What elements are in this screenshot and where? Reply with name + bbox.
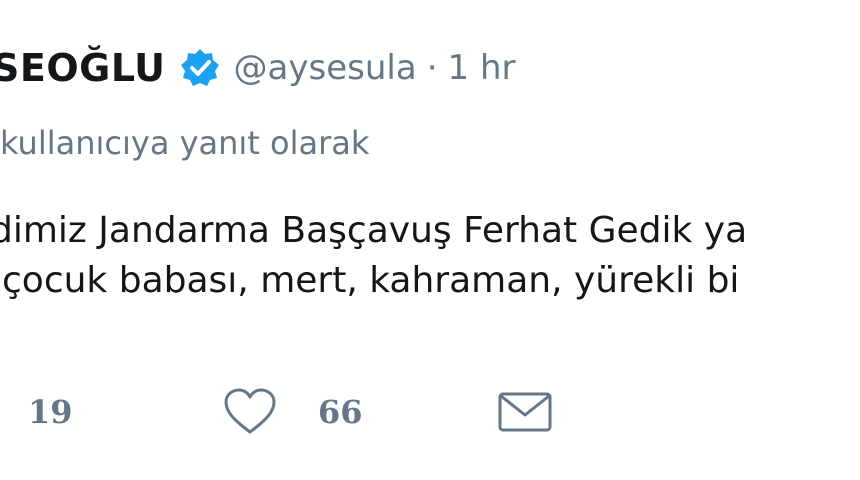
tweet-actions: 19 66 [0,384,860,440]
envelope-icon [498,391,552,433]
verified-badge-icon [180,48,220,88]
tweet-text-line: dimiz Jandarma Başçavuş Ferhat Gedik ya [0,210,748,251]
reply-context: kullanıcıya yanıt olarak [0,124,370,162]
display-name[interactable]: SEOĞLU [0,46,166,90]
timestamp[interactable]: 1 hr [448,48,516,88]
tweet-header: SEOĞLU @aysesula · 1 hr [0,36,515,100]
like-button[interactable]: 66 [222,384,363,440]
like-count: 66 [318,393,363,431]
user-handle[interactable]: @aysesula [234,48,417,88]
retweet-button[interactable]: 19 [0,384,73,440]
separator-dot: · [426,48,438,88]
heart-icon [222,387,278,437]
retweet-icon [0,392,8,432]
tweet-text: dimiz Jandarma Başçavuş Ferhat Gedik ya … [0,206,860,306]
retweet-count: 19 [28,393,73,431]
tweet-text-line: çocuk babası, mert, kahraman, yürekli bi [2,260,740,301]
direct-message-button[interactable] [498,384,552,440]
